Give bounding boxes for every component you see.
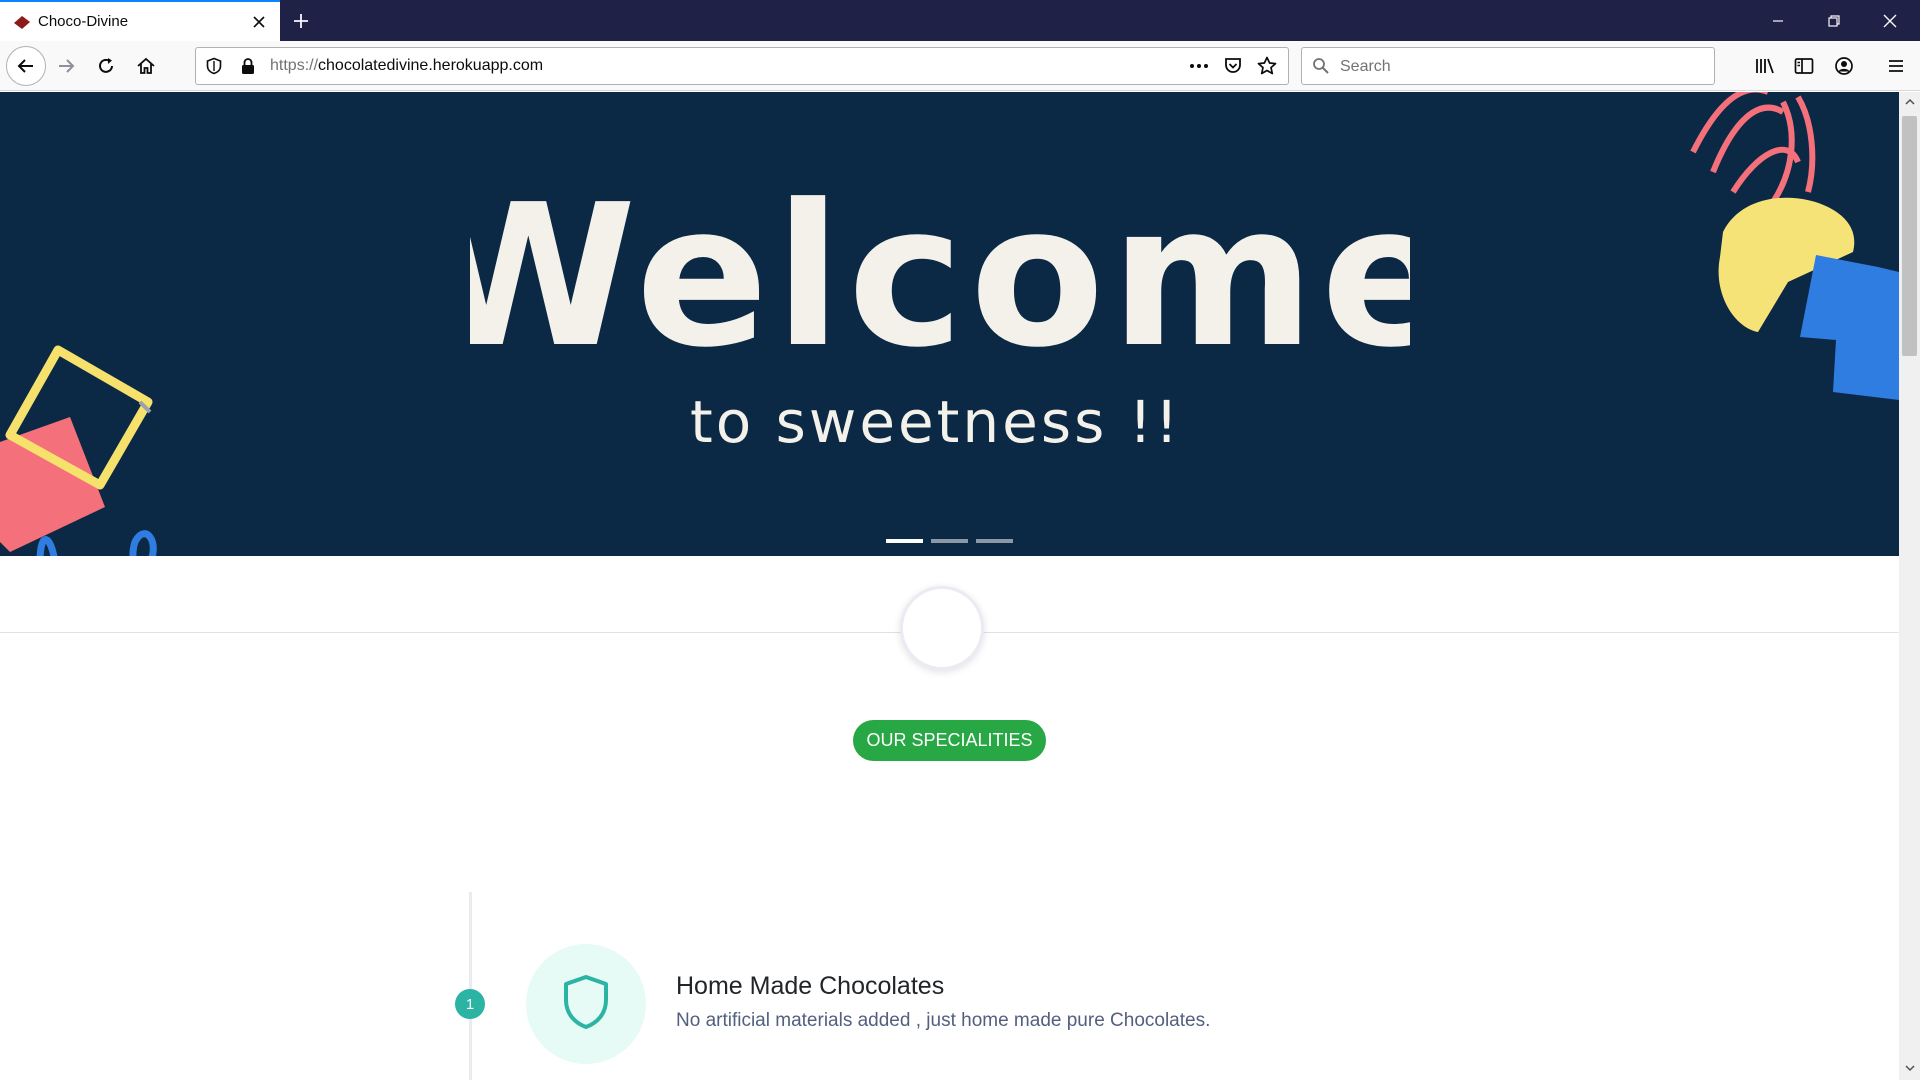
decorative-doodle-right xyxy=(1690,92,1899,400)
star-icon[interactable] xyxy=(1257,56,1277,81)
search-icon xyxy=(1312,57,1330,80)
carousel-indicators xyxy=(886,539,1013,543)
back-arrow-icon[interactable] xyxy=(6,46,46,86)
plus-icon[interactable] xyxy=(288,8,314,34)
loading-spinner xyxy=(900,586,984,670)
search-bar[interactable]: Search xyxy=(1301,47,1715,85)
forward-arrow-icon[interactable] xyxy=(48,48,84,84)
vertical-scrollbar[interactable] xyxy=(1899,92,1920,1080)
timeline-line xyxy=(469,892,472,1080)
feature-description: No artificial materials added , just hom… xyxy=(676,1010,1211,1031)
sidebar-icon[interactable] xyxy=(1786,48,1822,84)
more-icon[interactable] xyxy=(1188,57,1210,80)
chocolate-icon xyxy=(12,14,32,30)
url-bar[interactable]: https://chocolatedivine.herokuapp.com xyxy=(195,47,1289,85)
feature-title: Home Made Chocolates xyxy=(676,972,945,1000)
step-number: 1 xyxy=(455,989,485,1019)
page-content: Welcome to sweetness !! OUR SPECIALITIES… xyxy=(0,92,1899,1080)
our-specialities-button[interactable]: OUR SPECIALITIES xyxy=(853,720,1046,761)
pocket-icon[interactable] xyxy=(1223,56,1243,81)
hero-title-text: Welcome xyxy=(470,174,1410,374)
scroll-down-arrow-icon[interactable] xyxy=(1899,1058,1920,1078)
carousel-indicator-2[interactable] xyxy=(931,539,968,543)
url-scheme: https:// xyxy=(270,57,319,74)
account-icon[interactable] xyxy=(1826,48,1862,84)
hero-carousel: Welcome to sweetness !! xyxy=(0,92,1899,556)
minimize-icon[interactable] xyxy=(1750,0,1806,41)
library-icon[interactable] xyxy=(1747,48,1783,84)
lock-icon[interactable] xyxy=(240,57,256,80)
tab-title: Choco-Divine xyxy=(38,13,129,30)
restore-icon[interactable] xyxy=(1806,0,1862,41)
menu-icon[interactable] xyxy=(1878,48,1914,84)
decorative-doodle-left xyxy=(0,345,157,556)
close-icon[interactable] xyxy=(1862,0,1918,41)
shield-icon xyxy=(562,974,610,1035)
close-tab-icon[interactable] xyxy=(248,11,270,33)
feature-icon-circle xyxy=(526,944,646,1064)
tab-bar: Choco-Divine xyxy=(0,0,1920,41)
url-host: chocolatedivine.herokuapp.com xyxy=(318,57,544,74)
reload-icon[interactable] xyxy=(88,48,124,84)
hero-title: Welcome xyxy=(470,174,1410,374)
navigation-toolbar: https://chocolatedivine.herokuapp.com Se… xyxy=(0,41,1920,91)
carousel-indicator-3[interactable] xyxy=(976,539,1013,543)
search-placeholder: Search xyxy=(1340,58,1391,75)
home-icon[interactable] xyxy=(128,48,164,84)
scroll-up-arrow-icon[interactable] xyxy=(1899,92,1920,112)
browser-tab[interactable]: Choco-Divine xyxy=(0,0,280,41)
shield-icon[interactable] xyxy=(205,57,223,80)
scrollbar-thumb[interactable] xyxy=(1902,116,1917,356)
carousel-indicator-1[interactable] xyxy=(886,539,923,543)
hero-subtitle: to sweetness !! xyxy=(690,388,1182,456)
url-text[interactable]: https://chocolatedivine.herokuapp.com xyxy=(270,57,543,75)
